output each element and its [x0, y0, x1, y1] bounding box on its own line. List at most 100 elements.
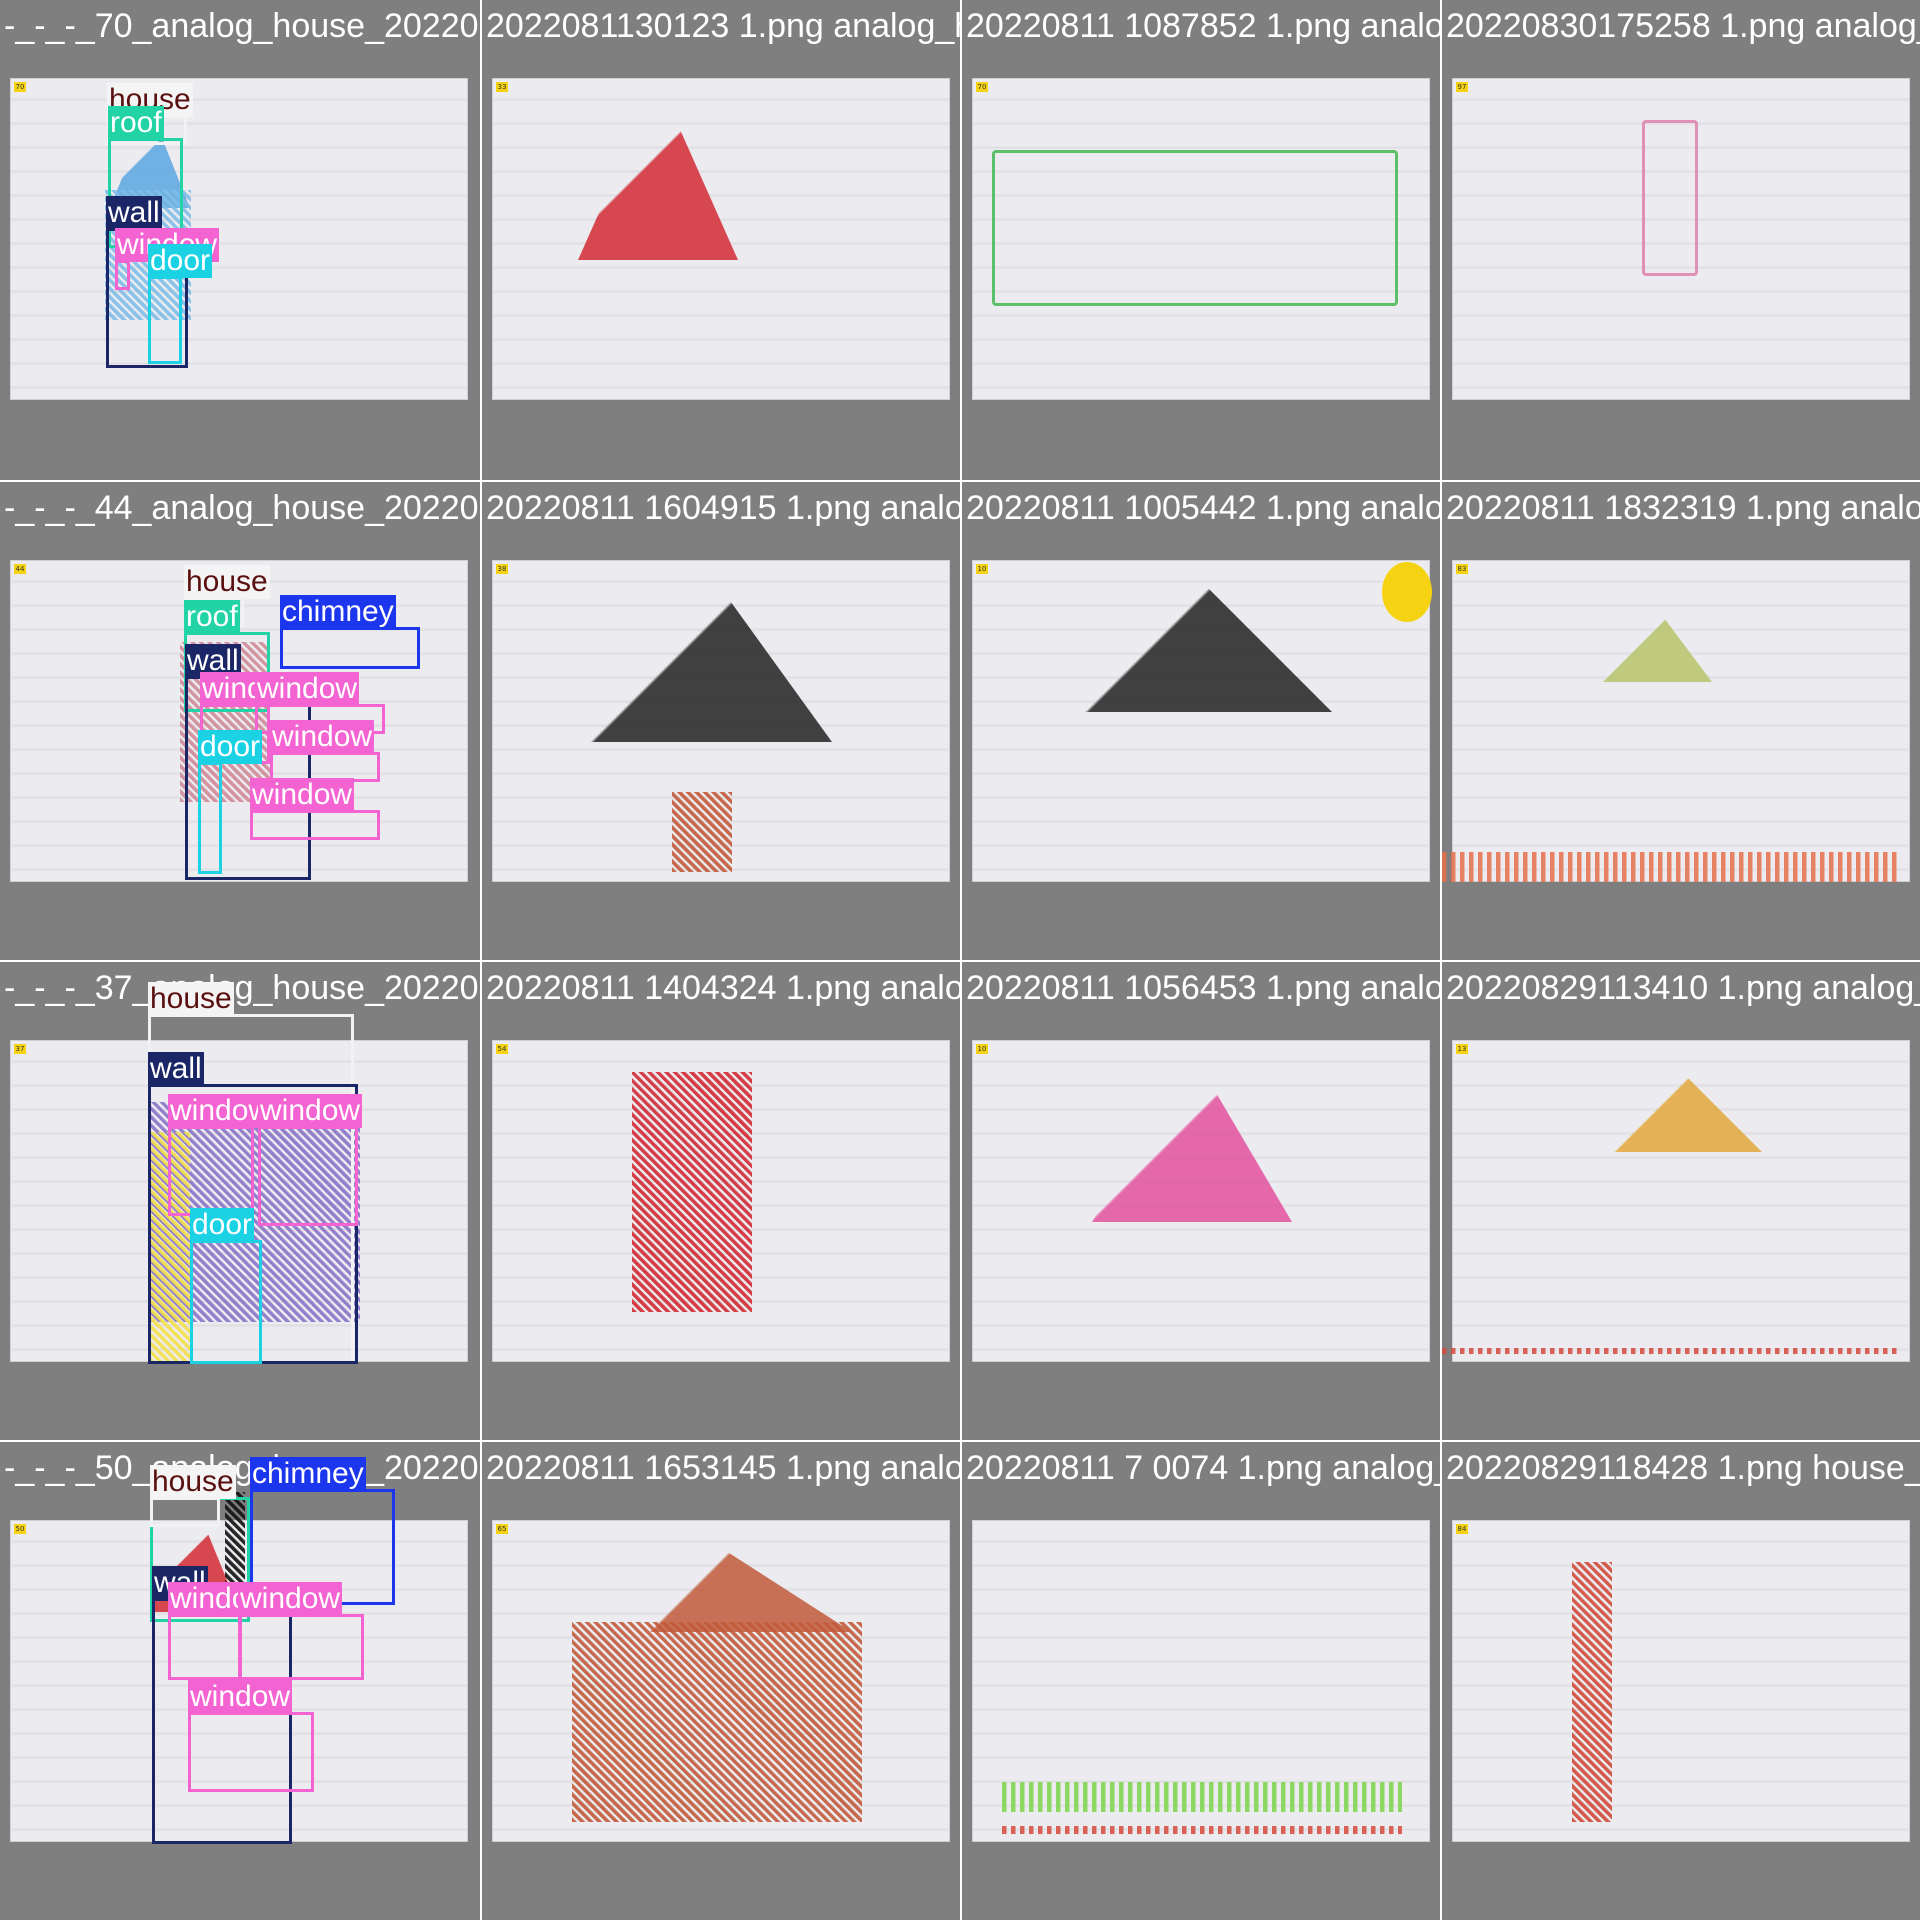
bbox-label-wall: wall — [106, 196, 162, 230]
drawing-photo: 10 — [972, 1040, 1430, 1362]
photo-number-tag: 44 — [14, 564, 26, 574]
sketch-roof — [1092, 1052, 1292, 1222]
bbox-label-wall: wall — [148, 1052, 204, 1086]
image-tile: 20220811 1056453 1.png analog_house_2022… — [960, 960, 1440, 1440]
bbox-window — [238, 1614, 364, 1680]
image-tile: 20220811 1005442 1.png analog_house_2022… — [960, 480, 1440, 960]
sketch-ground — [1442, 852, 1900, 882]
sketch-sun — [1382, 562, 1432, 622]
sketch-roof — [572, 1542, 852, 1632]
photo-number-tag: 50 — [14, 1524, 26, 1534]
sketch-roof — [572, 562, 832, 742]
tile-filename: 20220811 1056453 1.png analog_house_2022… — [966, 969, 1440, 1007]
photo-number-tag: 54 — [496, 1044, 508, 1054]
bbox-label-door: door — [148, 244, 213, 278]
photo-number-tag: 70 — [14, 82, 26, 92]
bbox-door — [148, 276, 182, 364]
tile-filename: 20220811 7 0074 1.png analog_house_20220… — [966, 1449, 1440, 1487]
sketch-roof — [1032, 562, 1332, 712]
tile-filename: 20220829118428 1.png house_20 — [1446, 1449, 1920, 1487]
image-tile: -_-_-_37_analog_house_20220811 1404324 1… — [0, 960, 480, 1440]
bbox-window — [258, 1126, 358, 1226]
tile-filename: 20220811 1005442 1.png analog_house_2022… — [966, 489, 1440, 527]
bbox-label-window: window — [168, 1094, 273, 1128]
drawing-photo: 33 — [492, 78, 950, 400]
photo-number-tag: 10 — [976, 564, 988, 574]
tile-filename: 20220811 1604915 1.png analog_house_2022… — [486, 489, 960, 527]
bbox-label-house: house — [184, 565, 270, 599]
bbox-label-window: window — [270, 720, 375, 754]
bbox-label-roof: roof — [184, 600, 240, 634]
photo-number-tag: 37 — [14, 1044, 26, 1054]
bbox-window — [168, 1126, 254, 1216]
image-tile: 20220829118428 1.png house_2084houseroof… — [1440, 1440, 1920, 1920]
bbox-house — [150, 1497, 220, 1527]
drawing-photo: 13 — [1442, 1040, 1910, 1362]
bbox-chimney — [280, 627, 420, 669]
drawing-photo: 70 — [972, 78, 1430, 400]
sketch-roof — [1582, 1062, 1762, 1152]
tile-filename: -_-_-_37_analog_house_20220811 1404324 1… — [4, 969, 480, 1007]
image-tile: 20220830175258 1.png analog_house_202208… — [1440, 0, 1920, 480]
image-tile: 2022081130123 1.png analog_house_2022081… — [480, 0, 960, 480]
bbox-label-door: door — [190, 1208, 255, 1242]
sketch-wall — [572, 1622, 862, 1822]
tile-filename: -_-_-_50_analog_house_20220811 1653145 1… — [4, 1449, 480, 1487]
bbox-label-house: house — [148, 982, 234, 1016]
drawing-photo: 65 — [492, 1520, 950, 1842]
sketch-roof — [578, 80, 738, 260]
tile-filename: 20220811 1653145 1.png analog_house_2022… — [486, 1449, 960, 1487]
image-tile: 20220811 1653145 1.png analog_house_2022… — [480, 1440, 960, 1920]
photo-number-tag: 33 — [496, 82, 508, 92]
bbox-label-chimney: chimney — [250, 1457, 366, 1491]
photo-number-tag: 13 — [1456, 1044, 1468, 1054]
bbox-label-window: window — [250, 778, 355, 812]
bbox-window — [168, 1614, 242, 1680]
bbox-window — [250, 810, 380, 840]
bbox-door — [198, 762, 222, 874]
image-tile: 20220811 1087852 1.png analog_house_2022… — [960, 0, 1440, 480]
sketch-line — [992, 150, 1398, 306]
tile-filename: -_-_-_70_analog_house_2022081130123 1.pn… — [4, 7, 480, 45]
drawing-photo: 70 — [10, 78, 468, 400]
image-tile: -_-_-_44_analog_house_20220811 1604915 1… — [0, 480, 480, 960]
bbox-label-door: door — [198, 730, 263, 764]
bbox-window — [188, 1712, 314, 1792]
tile-filename: 20220811 1087852 1.png analog_house_2022… — [966, 7, 1440, 45]
bbox-label-house: house — [150, 1465, 236, 1499]
photo-number-tag: 84 — [1456, 1524, 1468, 1534]
drawing-photo: 97 — [1452, 78, 1910, 400]
photo-number-tag: 65 — [496, 1524, 508, 1534]
image-tile: 20220811 7 0074 1.png analog_house_20220… — [960, 1440, 1440, 1920]
sketch-ground — [1442, 1348, 1900, 1354]
photo-number-tag: 10 — [976, 1044, 988, 1054]
mosaic-grid: -_-_-_70_analog_house_2022081130123 1.pn… — [0, 0, 1920, 1920]
image-tile: 20220811 1404324 1.png analog_house_2022… — [480, 960, 960, 1440]
drawing-photo: 10 — [972, 560, 1432, 882]
tile-filename: -_-_-_44_analog_house_20220811 1604915 1… — [4, 489, 480, 527]
photo-number-tag: 70 — [976, 82, 988, 92]
sketch-ground — [1002, 1782, 1402, 1812]
sketch-wall — [632, 1072, 752, 1312]
image-tile: 20220811 1604915 1.png analog_house_2022… — [480, 480, 960, 960]
tile-filename: 20220829113410 1.png analog_house_202208… — [1446, 969, 1920, 1007]
bbox-label-window: window — [255, 672, 360, 706]
image-tile: 20220811 1832319 1.png analog_house_2022… — [1440, 480, 1920, 960]
bbox-label-roof: roof — [108, 106, 164, 140]
photo-number-tag: 97 — [1456, 82, 1468, 92]
drawing-photo: 83 — [1442, 560, 1910, 882]
image-tile: -_-_-_70_analog_house_2022081130123 1.pn… — [0, 0, 480, 480]
sketch-wall — [1572, 1562, 1612, 1822]
tile-filename: 2022081130123 1.png analog_house_2022081… — [486, 7, 960, 45]
sketch-wall — [672, 792, 732, 872]
bbox-label-window: window — [188, 1680, 293, 1714]
bbox-window — [115, 260, 130, 290]
drawing-photo — [972, 1520, 1430, 1842]
bbox-label-window: window — [258, 1094, 363, 1128]
drawing-photo: 38 — [492, 560, 950, 882]
drawing-photo: 54 — [492, 1040, 950, 1362]
tile-filename: 20220811 1832319 1.png analog_house_2022… — [1446, 489, 1920, 527]
bbox-door — [190, 1240, 262, 1364]
sketch-roof — [1592, 602, 1712, 682]
photo-number-tag: 38 — [496, 564, 508, 574]
